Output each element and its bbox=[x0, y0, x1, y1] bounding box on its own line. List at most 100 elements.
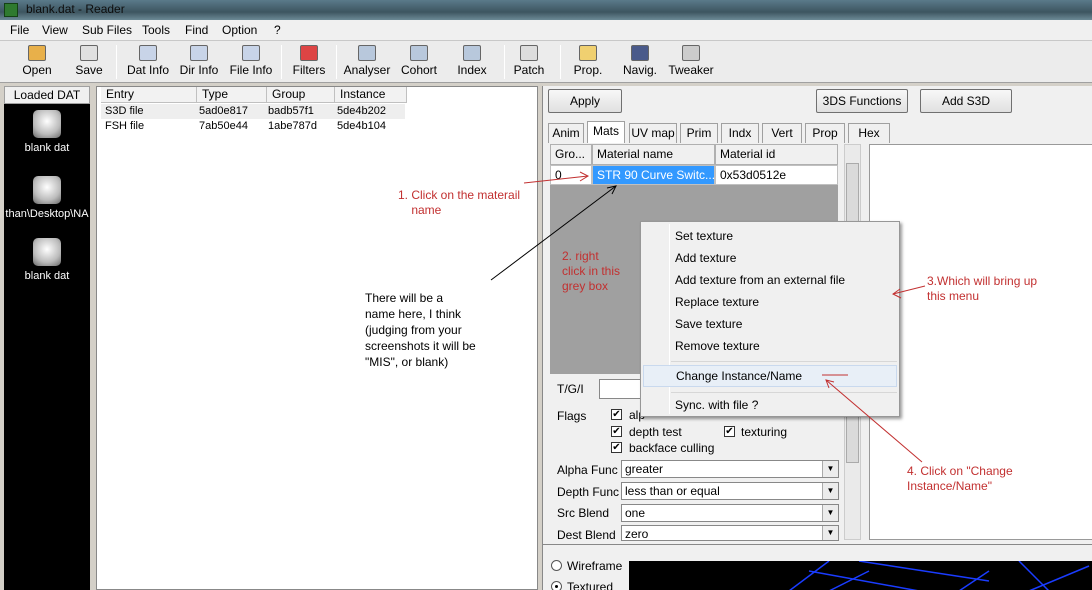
flags-label: Flags bbox=[557, 409, 587, 423]
folder-icon bbox=[28, 45, 46, 61]
column-material-name[interactable]: Material name bbox=[592, 144, 715, 165]
depth-func-select[interactable]: less than or equal ▼ bbox=[621, 482, 839, 500]
tweaker-icon bbox=[682, 45, 700, 61]
menu-option[interactable]: Option bbox=[222, 23, 257, 37]
menu-item-sync-with-file[interactable]: Sync. with file ? bbox=[675, 398, 758, 412]
disk-icon bbox=[80, 45, 98, 61]
patch-icon bbox=[520, 45, 538, 61]
title-bar: blank.dat - Reader bbox=[0, 0, 1092, 20]
3d-viewport[interactable] bbox=[629, 561, 1092, 590]
toolbar-separator bbox=[504, 45, 505, 79]
menu-sub-files[interactable]: Sub Files bbox=[82, 23, 132, 37]
save-button[interactable]: Save bbox=[72, 43, 106, 81]
menu-item-replace-texture[interactable]: Replace texture bbox=[675, 295, 759, 309]
wireframe-label: Wireframe bbox=[567, 559, 623, 573]
tweaker-button[interactable]: Tweaker bbox=[668, 43, 714, 81]
dat-item[interactable]: than\Desktop\NA bbox=[4, 176, 90, 220]
info-icon bbox=[139, 45, 157, 61]
src-blend-select[interactable]: one ▼ bbox=[621, 504, 839, 522]
dat-file-icon bbox=[33, 110, 61, 138]
alpha-test-checkbox[interactable]: ✔ bbox=[611, 409, 622, 420]
dest-blend-select[interactable]: zero ▼ bbox=[621, 525, 839, 541]
window-title: blank.dat - Reader bbox=[26, 2, 125, 16]
backface-culling-label: backface culling bbox=[629, 441, 715, 455]
prop-icon bbox=[579, 45, 597, 61]
depth-test-checkbox[interactable]: ✔ bbox=[611, 426, 622, 437]
prop-button[interactable]: Prop. bbox=[572, 43, 604, 81]
menu-item-set-texture[interactable]: Set texture bbox=[675, 229, 733, 243]
tab-anim[interactable]: Anim bbox=[548, 123, 584, 143]
tab-hex[interactable]: Hex bbox=[848, 123, 890, 143]
toolbar-separator bbox=[336, 45, 337, 79]
app-icon bbox=[4, 3, 18, 17]
chevron-down-icon: ▼ bbox=[822, 505, 838, 521]
menu-item-add-texture[interactable]: Add texture bbox=[675, 251, 736, 265]
chevron-down-icon: ▼ bbox=[822, 461, 838, 477]
backface-culling-checkbox[interactable]: ✔ bbox=[611, 442, 622, 453]
navig-button[interactable]: Navig. bbox=[621, 43, 659, 81]
texturing-checkbox[interactable]: ✔ bbox=[724, 426, 735, 437]
annotation-step1: 1. Click on the materail name bbox=[398, 188, 521, 217]
tab-prim[interactable]: Prim bbox=[680, 123, 718, 143]
menu-tools[interactable]: Tools bbox=[142, 23, 170, 37]
menu-item-change-instance-name[interactable]: Change Instance/Name bbox=[643, 365, 897, 387]
open-button[interactable]: Open bbox=[18, 43, 56, 81]
grid-cell-material-name[interactable]: STR 90 Curve Switc... bbox=[592, 165, 715, 185]
tgi-field[interactable] bbox=[599, 379, 643, 399]
dat-info-button[interactable]: Dat Info bbox=[124, 43, 172, 81]
column-material-id[interactable]: Material id bbox=[715, 144, 838, 165]
tab-indx[interactable]: Indx bbox=[721, 123, 759, 143]
cohort-button[interactable]: Cohort bbox=[399, 43, 439, 81]
render-options-strip: Wireframe Textured bbox=[543, 544, 1092, 590]
grid-cell-material-id[interactable]: 0x53d0512e bbox=[715, 165, 838, 185]
wireframe-radio[interactable] bbox=[551, 560, 562, 571]
file-info-button[interactable]: File Info bbox=[228, 43, 274, 81]
tab-vert[interactable]: Vert bbox=[762, 123, 802, 143]
column-type[interactable]: Type bbox=[197, 87, 267, 103]
dat-item[interactable]: blank dat bbox=[4, 238, 90, 282]
menu-find[interactable]: Find bbox=[185, 23, 208, 37]
tab-prop[interactable]: Prop bbox=[805, 123, 845, 143]
patch-button[interactable]: Patch bbox=[512, 43, 546, 81]
filters-button[interactable]: Filters bbox=[290, 43, 328, 81]
menu-file[interactable]: File bbox=[10, 23, 29, 37]
column-group[interactable]: Gro... bbox=[550, 144, 592, 165]
cohort-icon bbox=[410, 45, 428, 61]
chevron-down-icon: ▼ bbox=[822, 526, 838, 540]
alpha-func-label: Alpha Func bbox=[557, 463, 618, 477]
loaded-dat-header: Loaded DAT bbox=[4, 86, 90, 104]
menu-item-add-external-texture[interactable]: Add texture from an external file bbox=[675, 273, 845, 287]
filter-icon bbox=[300, 45, 318, 61]
dir-info-button[interactable]: Dir Info bbox=[177, 43, 221, 81]
apply-button[interactable]: Apply bbox=[548, 89, 622, 113]
column-entry[interactable]: Entry bbox=[101, 87, 197, 103]
column-instance[interactable]: Instance bbox=[335, 87, 407, 103]
toolbar-separator bbox=[281, 45, 282, 79]
3ds-functions-button[interactable]: 3DS Functions bbox=[816, 89, 908, 113]
tab-mats[interactable]: Mats bbox=[587, 121, 625, 143]
chevron-down-icon: ▼ bbox=[822, 483, 838, 499]
dat-file-icon bbox=[33, 176, 61, 204]
context-menu: Set texture Add texture Add texture from… bbox=[640, 221, 900, 417]
alpha-func-select[interactable]: greater ▼ bbox=[621, 460, 839, 478]
table-row[interactable]: S3D file 5ad0e817 badb57f1 5de4b202 bbox=[101, 104, 405, 119]
textured-radio[interactable] bbox=[551, 581, 562, 590]
menu-view[interactable]: View bbox=[42, 23, 68, 37]
column-group[interactable]: Group bbox=[267, 87, 335, 103]
src-blend-label: Src Blend bbox=[557, 506, 610, 520]
index-button[interactable]: Index bbox=[455, 43, 489, 81]
depth-func-label: Depth Func bbox=[557, 485, 620, 499]
add-s3d-button[interactable]: Add S3D bbox=[920, 89, 1012, 113]
tab-uv-map[interactable]: UV map bbox=[629, 123, 677, 143]
menu-item-remove-texture[interactable]: Remove texture bbox=[675, 339, 760, 353]
toolbar-separator bbox=[560, 45, 561, 79]
analyser-button[interactable]: Analyser bbox=[343, 43, 391, 81]
menu-help[interactable]: ? bbox=[274, 23, 281, 37]
dat-item[interactable]: blank dat bbox=[4, 110, 90, 154]
table-row[interactable]: FSH file 7ab50e44 1abe787d 5de4b104 bbox=[101, 119, 405, 134]
grid-cell-group[interactable]: 0 bbox=[550, 165, 592, 185]
menu-bar: File View Sub Files Tools Find Option ? bbox=[0, 20, 1092, 41]
info-icon bbox=[242, 45, 260, 61]
menu-item-save-texture[interactable]: Save texture bbox=[675, 317, 742, 331]
depth-test-label: depth test bbox=[629, 425, 682, 439]
